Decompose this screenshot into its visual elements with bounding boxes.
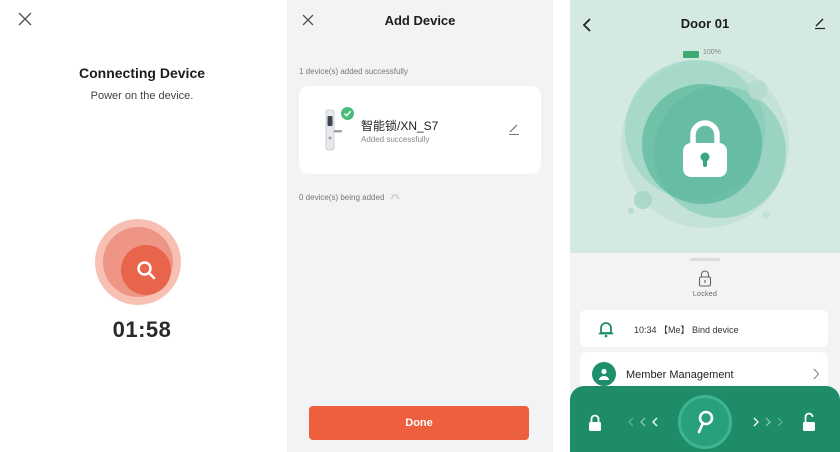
activity-log-card[interactable]: 10:34 【Me】 Bind device — [580, 310, 828, 347]
countdown-timer: 01:58 — [112, 317, 172, 342]
log-entry: 10:34 【Me】 Bind device — [634, 325, 739, 335]
page-subtitle: Power on the device. — [90, 90, 194, 102]
page-title: Add Device — [384, 13, 456, 28]
slide-right-arrows — [753, 417, 783, 427]
key-icon — [697, 410, 714, 434]
slide-left-arrows — [628, 417, 658, 427]
smart-lock-thumbnail-icon — [325, 109, 342, 151]
lock-state-icon — [698, 270, 712, 287]
lock-state-label: Locked — [692, 291, 718, 298]
check-badge-icon — [341, 107, 354, 120]
adding-summary: 0 device(s) being added — [299, 193, 400, 203]
add-device-screen: Add Device 1 device(s) added successfull… — [287, 0, 553, 452]
loading-spinner-icon — [390, 193, 400, 199]
door-lock-screen: Door 01 100% Locked 10:34 【Me】 Bind devi… — [570, 0, 840, 452]
edit-icon[interactable] — [507, 122, 521, 136]
lock-icon[interactable] — [588, 414, 602, 432]
chevron-right-icon — [813, 368, 820, 380]
device-status: Added successfully — [361, 135, 430, 144]
unlock-icon[interactable] — [802, 412, 816, 432]
device-card[interactable]: 智能锁/XN_S7 Added successfully — [299, 86, 541, 174]
member-management-label: Member Management — [626, 369, 734, 381]
connecting-device-screen: Connecting Device Power on the device. 0… — [0, 0, 284, 452]
key-button[interactable] — [678, 395, 732, 449]
bell-icon — [598, 322, 614, 338]
adding-summary-text: 0 device(s) being added — [299, 193, 385, 203]
close-icon[interactable] — [17, 11, 33, 27]
search-indicator — [95, 219, 181, 305]
drag-handle[interactable] — [690, 258, 720, 261]
added-summary: 1 device(s) added successfully — [299, 67, 408, 76]
done-button[interactable]: Done — [309, 406, 529, 440]
device-name: 智能锁/XN_S7 — [361, 119, 439, 133]
user-icon — [592, 362, 616, 386]
lock-hero: Door 01 100% — [570, 0, 840, 253]
page-title: Connecting Device — [78, 65, 206, 81]
unlock-control-bar — [570, 386, 840, 452]
padlock-icon[interactable] — [680, 117, 730, 179]
search-icon — [137, 261, 156, 280]
